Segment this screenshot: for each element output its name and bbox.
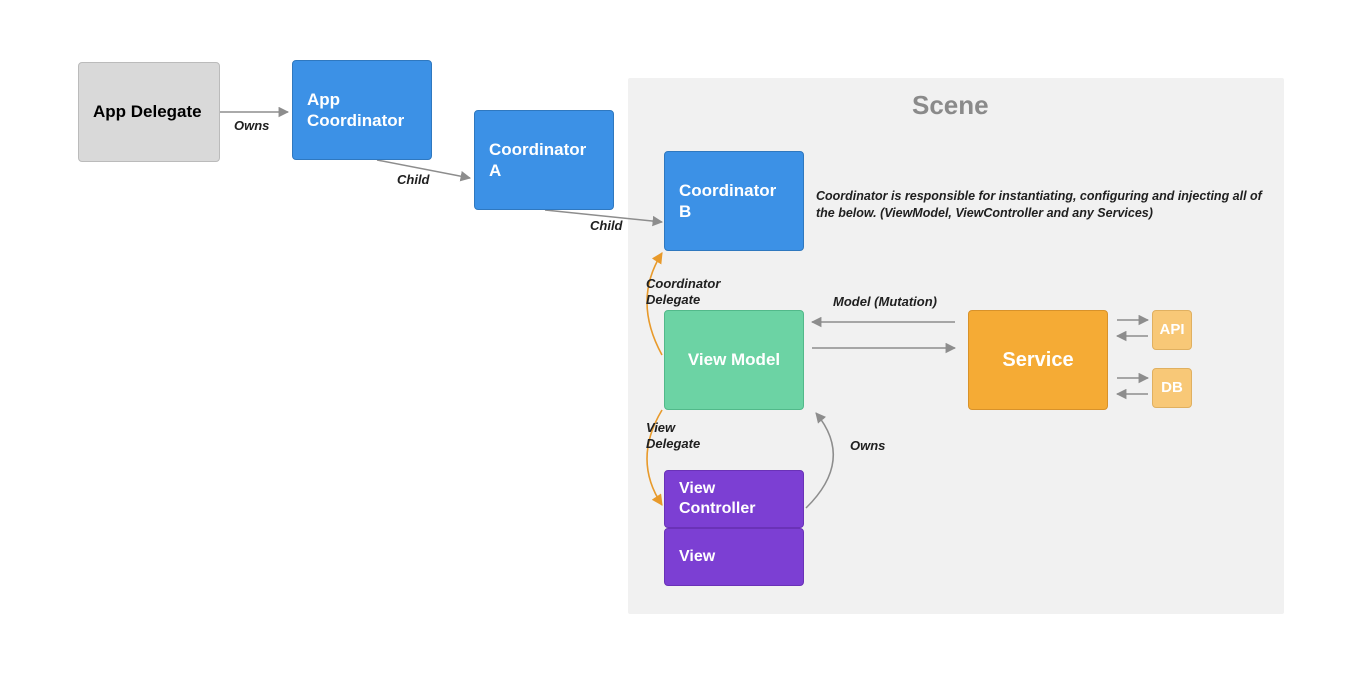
db-box: DB	[1152, 368, 1192, 408]
coordinator-b-box: Coordinator B	[664, 151, 804, 251]
db-label: DB	[1161, 379, 1183, 398]
view-label: View	[679, 547, 715, 567]
view-controller-label: View Controller	[679, 479, 789, 519]
view-delegate-label: View Delegate	[646, 420, 716, 453]
view-model-box: View Model	[664, 310, 804, 410]
service-label: Service	[1002, 348, 1073, 373]
scene-note: Coordinator is responsible for instantia…	[816, 188, 1280, 222]
app-delegate-label: App Delegate	[93, 101, 202, 122]
child-label-2: Child	[590, 218, 623, 234]
view-model-label: View Model	[688, 349, 780, 370]
api-label: API	[1159, 321, 1184, 340]
api-box: API	[1152, 310, 1192, 350]
owns-label-2: Owns	[850, 438, 885, 454]
model-mutation-label: Model (Mutation)	[833, 294, 937, 310]
app-coordinator-box: App Coordinator	[292, 60, 432, 160]
scene-title: Scene	[912, 90, 989, 121]
coordinator-delegate-label: Coordinator Delegate	[646, 276, 726, 309]
coordinator-a-label: Coordinator A	[489, 139, 599, 182]
app-delegate-box: App Delegate	[78, 62, 220, 162]
owns-label-1: Owns	[234, 118, 269, 134]
child-label-1: Child	[397, 172, 430, 188]
coordinator-a-box: Coordinator A	[474, 110, 614, 210]
app-coordinator-label: App Coordinator	[307, 89, 417, 132]
view-controller-box: View Controller	[664, 470, 804, 528]
coordinator-b-label: Coordinator B	[679, 180, 789, 223]
view-box: View	[664, 528, 804, 586]
service-box: Service	[968, 310, 1108, 410]
